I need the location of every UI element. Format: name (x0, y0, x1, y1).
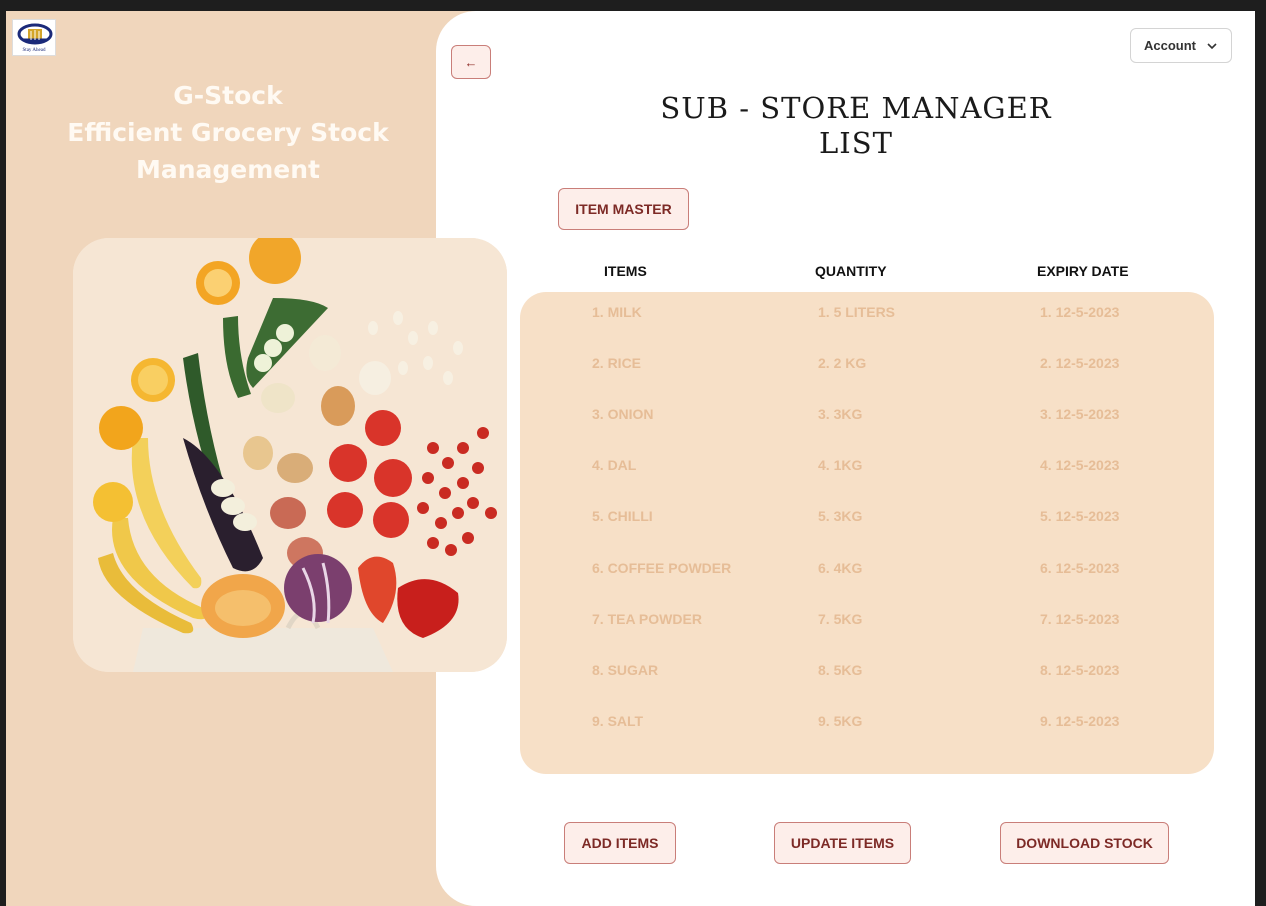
table-cell-expiry: 1. 12-5-2023 (1040, 304, 1120, 320)
table-cell-expiry: 4. 12-5-2023 (1040, 457, 1120, 474)
table-cell-quantity: 1. 5 LITERS (818, 304, 896, 320)
page-title-line-2: LIST (819, 126, 893, 160)
table-cell-expiry: 7. 12-5-2023 (1040, 610, 1120, 627)
item-master-button[interactable]: ITEM MASTER (558, 188, 689, 230)
table-cell-quantity: 9. 5KG (818, 712, 863, 729)
account-dropdown[interactable]: Account (1130, 28, 1232, 63)
table-cell-item: 2. RICE (592, 355, 642, 372)
table-cell-expiry: 8. 12-5-2023 (1040, 661, 1120, 678)
groceries-image (73, 238, 507, 672)
table-cell-quantity: 3. 3KG (818, 406, 863, 423)
table-cell-item: 4. DAL (592, 457, 637, 474)
hero-heading: G-Stock Efficient Grocery Stock Manageme… (6, 77, 450, 188)
table-cell-expiry: 2. 12-5-2023 (1040, 355, 1120, 372)
update-items-button[interactable]: UPDATE ITEMS (774, 822, 911, 864)
page-title: SUB - STORE MANAGER LIST (586, 91, 1126, 161)
table-cell-item: 3. ONION (592, 406, 654, 423)
account-label: Account (1144, 38, 1196, 53)
table-cell-expiry: 9. 12-5-2023 (1040, 712, 1120, 729)
column-header-expiry-date: EXPIRY DATE (1037, 263, 1129, 279)
app-window: Stay Ahead G-Stock Efficient Grocery Sto… (6, 11, 1255, 906)
table-cell-quantity: 2. 2 KG (818, 355, 867, 372)
table-cell-item: 7. TEA POWDER (592, 610, 702, 627)
table-cell-quantity: 5. 3KG (818, 508, 863, 525)
table-cell-item: 6. COFFEE POWDER (592, 559, 732, 576)
chevron-down-icon (1207, 42, 1217, 49)
download-stock-button[interactable]: DOWNLOAD STOCK (1000, 822, 1169, 864)
table-cell-quantity: 7. 5KG (818, 610, 863, 627)
table-cell-quantity: 4. 1KG (818, 457, 863, 474)
table-cell-expiry: 5. 12-5-2023 (1040, 508, 1120, 525)
table-cell-item: 8. SUGAR (592, 661, 659, 678)
table-cell-item: 5. CHILLI (592, 508, 653, 525)
hero-line-3: Management (135, 155, 321, 184)
logo-emblem-icon (17, 23, 53, 45)
back-button[interactable]: ← (451, 45, 491, 79)
table-cell-expiry: 3. 12-5-2023 (1040, 406, 1120, 423)
page-title-line-1: SUB - STORE MANAGER (660, 91, 1052, 125)
brand-logo: Stay Ahead (12, 19, 56, 56)
groceries-illustration (73, 238, 507, 672)
table-cell-quantity: 6. 4KG (818, 559, 863, 576)
add-items-button[interactable]: ADD ITEMS (564, 822, 676, 864)
hero-line-2: Efficient Grocery Stock (67, 118, 389, 147)
table-cell-item: 9. SALT (592, 712, 644, 729)
logo-tagline: Stay Ahead (22, 48, 46, 53)
table-cell-expiry: 6. 12-5-2023 (1040, 559, 1120, 576)
table-cell-item: 1. MILK (592, 304, 642, 320)
table-cell-quantity: 8. 5KG (818, 661, 863, 678)
arrow-left-icon: ← (464, 54, 478, 70)
hero-line-1: G-Stock (173, 81, 283, 110)
column-header-quantity: QUANTITY (815, 263, 887, 279)
column-header-items: ITEMS (604, 263, 647, 279)
